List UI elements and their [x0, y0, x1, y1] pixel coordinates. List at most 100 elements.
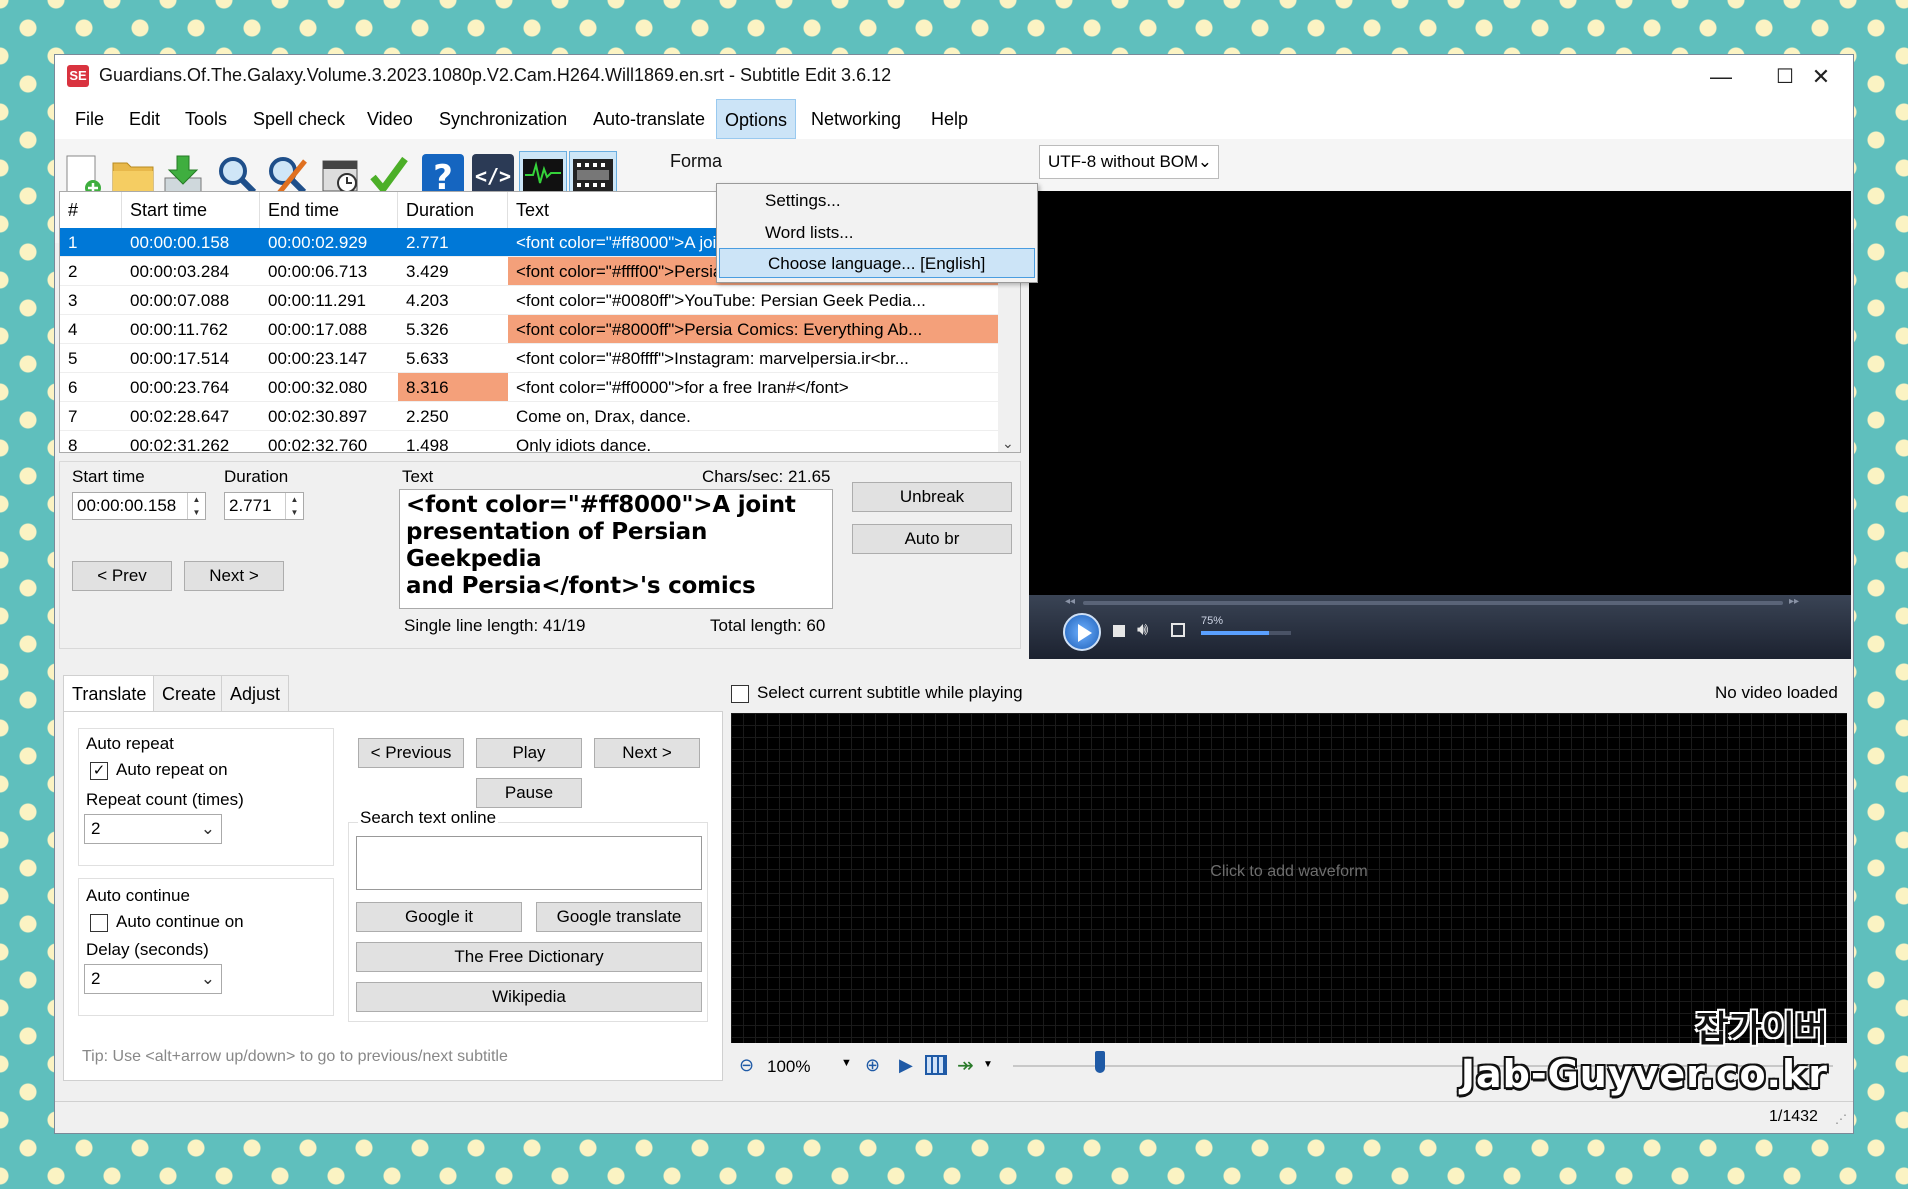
- play-waveform-icon[interactable]: ▶: [899, 1055, 913, 1076]
- search-text-input[interactable]: [356, 836, 702, 890]
- wikipedia-button[interactable]: Wikipedia: [356, 982, 702, 1012]
- col-header-end[interactable]: End time: [260, 192, 398, 228]
- auto-continue-checkbox[interactable]: [90, 914, 108, 932]
- select-current-subtitle-checkbox[interactable]: [731, 685, 749, 703]
- prev-button[interactable]: < Prev: [72, 561, 172, 591]
- waveform-position-handle[interactable]: [1095, 1051, 1105, 1073]
- start-time-label: Start time: [72, 467, 145, 486]
- cell-start-time: 00:02:31.262: [122, 431, 260, 452]
- google-it-button[interactable]: Google it: [356, 902, 522, 932]
- spin-updown-icon[interactable]: ▲ ▼: [285, 493, 303, 519]
- select-current-subtitle-label: Select current subtitle while playing: [757, 683, 1023, 702]
- volume-slider[interactable]: [1201, 631, 1291, 635]
- volume-slider-fill: [1201, 631, 1269, 635]
- zoom-dropdown-icon[interactable]: ▼: [841, 1057, 852, 1069]
- tab-translate[interactable]: Translate: [63, 675, 156, 713]
- table-row[interactable]: 5 00:00:17.514 00:00:23.147 5.633 <font colo…: [60, 344, 1000, 373]
- menu-tools[interactable]: Tools: [177, 99, 235, 139]
- menu-edit[interactable]: Edit: [121, 99, 168, 139]
- auto-br-button[interactable]: Auto br: [852, 524, 1012, 554]
- stop-icon[interactable]: [1113, 625, 1125, 637]
- cell-duration: 5.633: [398, 344, 508, 373]
- next-button[interactable]: Next >: [184, 561, 284, 591]
- cell-duration: 2.771: [398, 228, 508, 257]
- auto-sync-icon[interactable]: ↠: [957, 1053, 974, 1078]
- cell-end-time: 00:00:32.080: [260, 373, 398, 402]
- col-header-start[interactable]: Start time: [122, 192, 260, 228]
- text-line-3: and Persia</font>'s comics: [406, 573, 756, 599]
- close-button[interactable]: ✕: [1791, 59, 1851, 95]
- table-row[interactable]: 6 00:00:23.764 00:00:32.080 8.316 <font colo…: [60, 373, 1000, 402]
- rewind-icon[interactable]: ◂◂: [1065, 596, 1075, 607]
- text-line-1: <font color="#ff8000">A joint: [406, 492, 796, 518]
- cell-duration: 4.203: [398, 286, 508, 315]
- start-time-input[interactable]: 00:00:00.158 ▲ ▼: [72, 492, 206, 520]
- table-row[interactable]: 7 00:02:28.647 00:02:30.897 2.250 Come on, D…: [60, 402, 1000, 431]
- fullscreen-icon[interactable]: [1171, 623, 1185, 637]
- subtitle-text-input[interactable]: <font color="#ff8000">A joint presentati…: [399, 489, 833, 609]
- next-subtitle-button[interactable]: Next >: [594, 738, 700, 768]
- grid-view-icon[interactable]: [925, 1055, 947, 1075]
- menu-synchronization[interactable]: Synchronization: [431, 99, 575, 139]
- col-header-number[interactable]: #: [60, 192, 122, 228]
- delay-select[interactable]: 2 ⌄: [84, 964, 222, 994]
- minimize-button[interactable]: —: [1691, 59, 1751, 95]
- table-row[interactable]: 8 00:02:31.262 00:02:32.760 1.498 Only idiot…: [60, 431, 1000, 452]
- repeat-count-select[interactable]: 2 ⌄: [84, 814, 222, 844]
- menu-item-settings[interactable]: Settings...: [717, 186, 1037, 216]
- menu-file[interactable]: File: [67, 99, 112, 139]
- scroll-down-icon[interactable]: ⌄: [1002, 435, 1014, 452]
- menu-item-choose-language[interactable]: Choose language... [English]: [719, 248, 1035, 278]
- waveform-panel[interactable]: Click to add waveform: [731, 713, 1847, 1043]
- menu-item-word-lists[interactable]: Word lists...: [717, 218, 1037, 248]
- duration-input[interactable]: 2.771 ▲ ▼: [224, 492, 304, 520]
- cell-start-time: 00:00:23.764: [122, 373, 260, 402]
- menu-spell-check[interactable]: Spell check: [245, 99, 353, 139]
- tab-adjust[interactable]: Adjust: [221, 675, 290, 711]
- play-icon[interactable]: [1063, 613, 1101, 651]
- cell-start-time: 00:00:03.284: [122, 257, 260, 286]
- cell-start-time: 00:00:07.088: [122, 286, 260, 315]
- cell-start-time: 00:02:28.647: [122, 402, 260, 431]
- status-bar: 1/1432 ⋰: [55, 1101, 1853, 1133]
- unbreak-button[interactable]: Unbreak: [852, 482, 1012, 512]
- google-translate-button[interactable]: Google translate: [536, 902, 702, 932]
- auto-repeat-checkbox[interactable]: ✓: [90, 762, 108, 780]
- video-player[interactable]: [1029, 191, 1851, 659]
- cell-number: 7: [60, 402, 122, 431]
- cell-duration: 2.250: [398, 402, 508, 431]
- zoom-in-icon[interactable]: ⊕: [865, 1055, 880, 1076]
- play-button[interactable]: Play: [476, 738, 582, 768]
- cell-number: 1: [60, 228, 122, 257]
- table-row[interactable]: 3 00:00:07.088 00:00:11.291 4.203 <font colo…: [60, 286, 1000, 315]
- cell-end-time: 00:00:02.929: [260, 228, 398, 257]
- pause-button[interactable]: Pause: [476, 778, 582, 808]
- table-row[interactable]: 4 00:00:11.762 00:00:17.088 5.326 <font colo…: [60, 315, 1000, 344]
- tab-create[interactable]: Create: [153, 675, 226, 711]
- cell-start-time: 00:00:11.762: [122, 315, 260, 344]
- previous-button[interactable]: < Previous: [358, 738, 464, 768]
- encoding-select[interactable]: UTF-8 without BOM ⌄: [1039, 145, 1219, 179]
- zoom-out-icon[interactable]: ⊖: [739, 1055, 754, 1076]
- volume-icon[interactable]: 🔊︎: [1137, 619, 1148, 640]
- video-seek-bar[interactable]: [1083, 601, 1783, 605]
- menu-help[interactable]: Help: [923, 99, 976, 139]
- fast-forward-icon[interactable]: ▸▸: [1789, 596, 1799, 607]
- tip-text: Tip: Use <alt+arrow up/down> to go to pr…: [82, 1048, 508, 1065]
- menu-auto-translate[interactable]: Auto-translate: [585, 99, 713, 139]
- cell-start-time: 00:00:00.158: [122, 228, 260, 257]
- zoom-level[interactable]: 100%: [767, 1057, 810, 1077]
- col-header-duration[interactable]: Duration: [398, 192, 508, 228]
- menu-video[interactable]: Video: [359, 99, 421, 139]
- menu-networking[interactable]: Networking: [803, 99, 909, 139]
- start-time-value: 00:00:00.158: [77, 496, 177, 515]
- single-line-length: Single line length: 41/19: [404, 616, 586, 635]
- click-to-add-waveform[interactable]: Click to add waveform: [731, 863, 1847, 881]
- free-dictionary-button[interactable]: The Free Dictionary: [356, 942, 702, 972]
- resize-grip-icon[interactable]: ⋰: [1835, 1112, 1847, 1126]
- cell-duration: 5.326: [398, 315, 508, 344]
- menu-options[interactable]: Options: [716, 99, 797, 139]
- spin-updown-icon[interactable]: ▲ ▼: [187, 493, 205, 519]
- sync-dropdown-icon[interactable]: ▼: [983, 1059, 993, 1070]
- video-controls: ◂◂ ▸▸ 🔊︎ 75%: [1029, 595, 1851, 659]
